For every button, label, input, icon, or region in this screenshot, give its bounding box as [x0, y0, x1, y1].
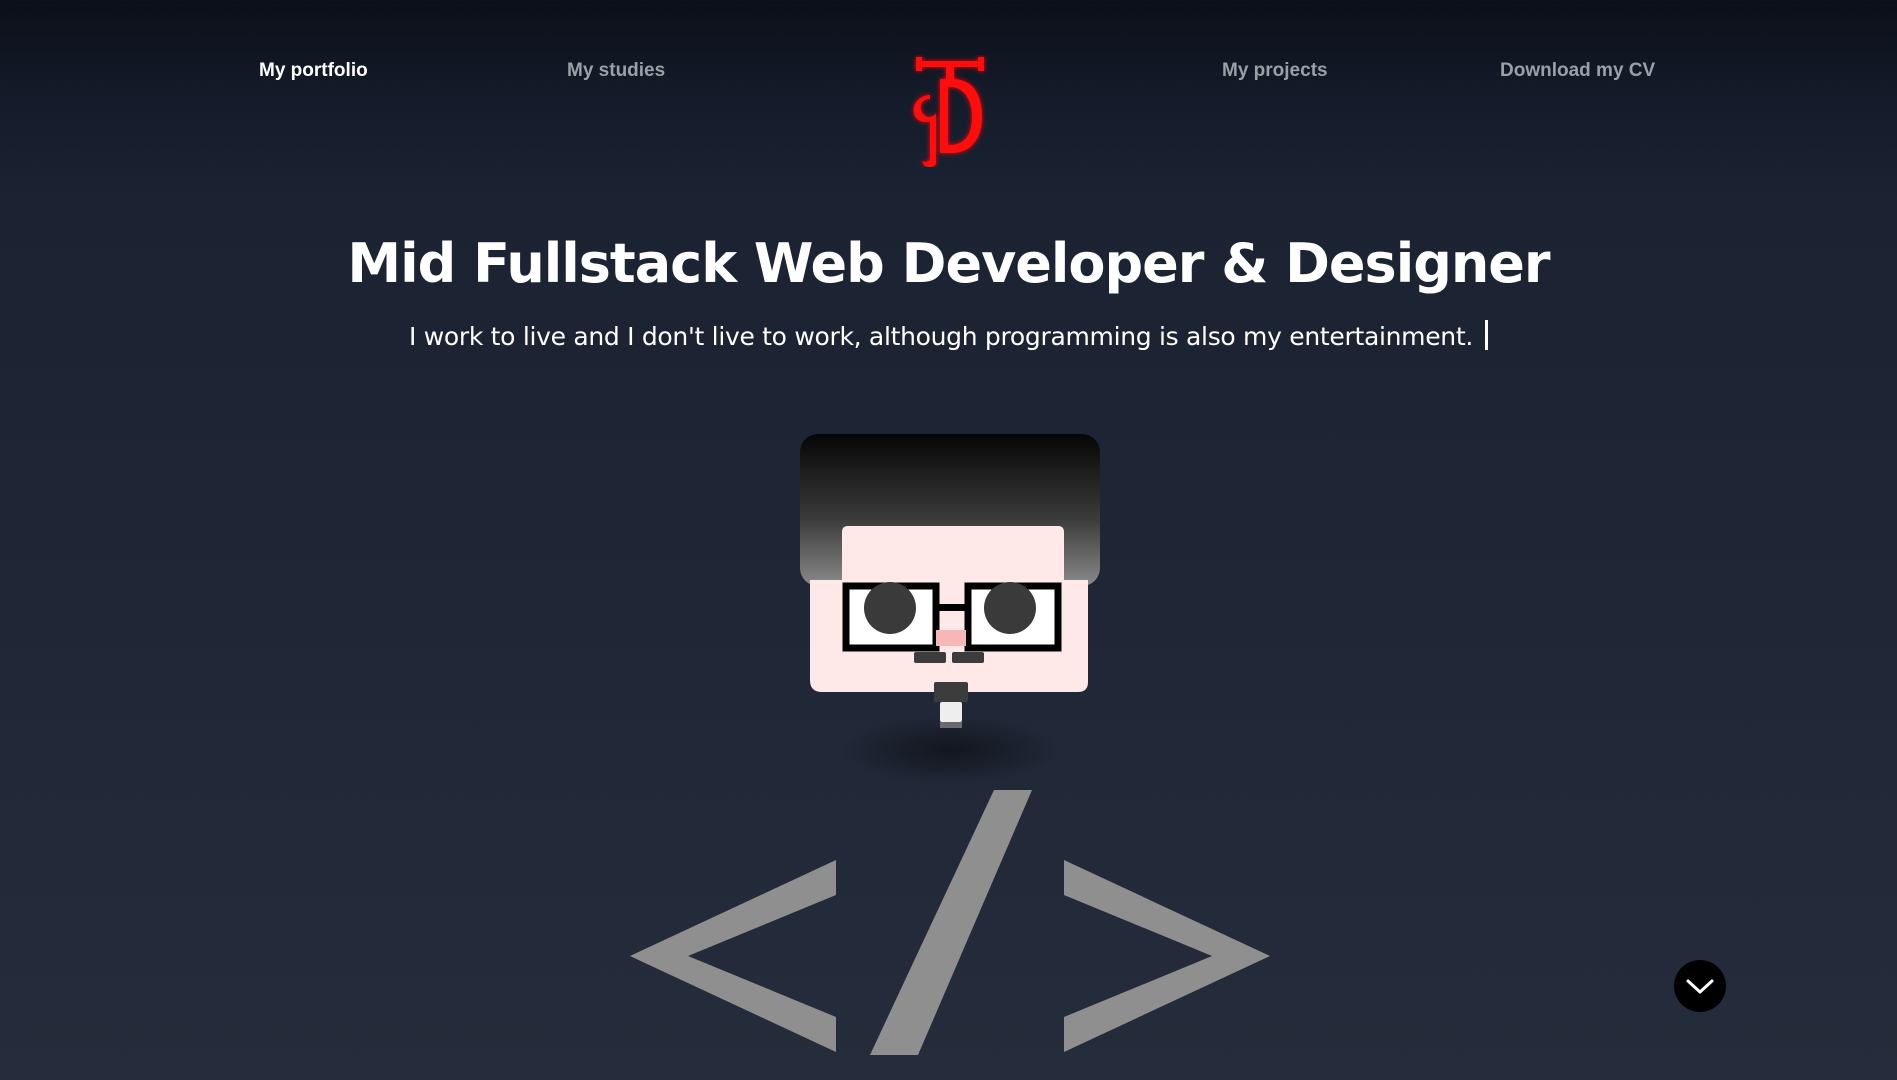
developer-avatar-illustration	[790, 430, 1110, 790]
hero-title: Mid Fullstack Web Developer & Designer	[347, 232, 1550, 295]
code-tag-graphic	[630, 790, 1270, 1055]
nav-link-download-cv[interactable]: Download my CV	[1500, 60, 1655, 82]
code-tag-icon	[630, 790, 1270, 1080]
chevron-down-icon	[1686, 979, 1714, 994]
avatar-graphic	[800, 434, 1100, 785]
nav-link-portfolio[interactable]: My portfolio	[259, 60, 368, 82]
nav-link-studies[interactable]: My studies	[567, 60, 665, 82]
hero-subtitle: I work to live and I don't live to work,…	[409, 322, 1473, 351]
scroll-down-button[interactable]	[1674, 960, 1726, 1012]
typing-caret	[1484, 320, 1488, 350]
jd-monogram-logo-icon[interactable]	[910, 55, 990, 168]
hero-subtitle-container: I work to live and I don't live to work,…	[0, 320, 1897, 351]
nav-link-projects[interactable]: My projects	[1222, 60, 1328, 82]
logo-graphic	[913, 57, 984, 168]
